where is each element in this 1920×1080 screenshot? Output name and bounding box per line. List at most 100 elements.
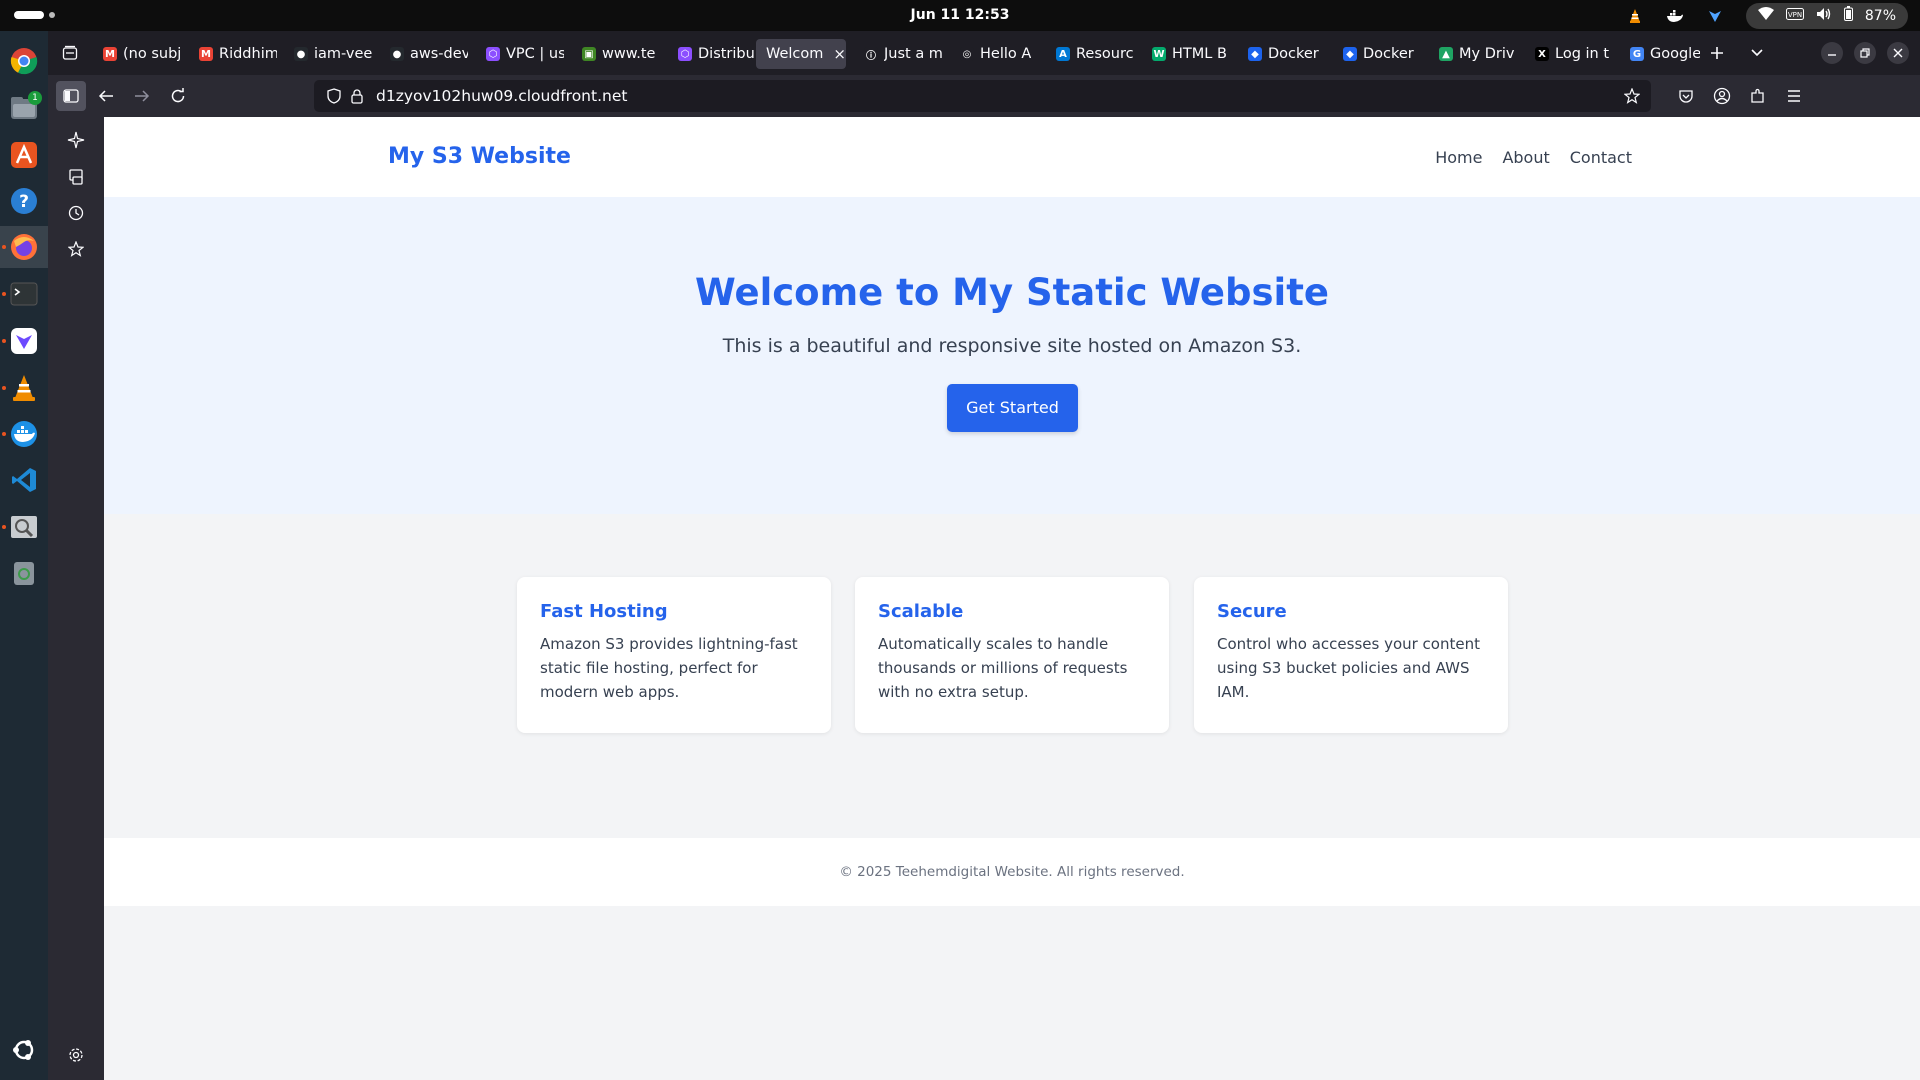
browser-tab[interactable]: ◎ Hello A <box>950 39 1038 69</box>
arrow-left-icon <box>98 90 113 102</box>
dock-firefox[interactable] <box>0 226 48 268</box>
browser-tab[interactable]: ⬡ Distribu <box>668 39 756 69</box>
github-icon: ● <box>390 47 404 61</box>
browser-tab[interactable]: ● aws-dev <box>380 39 468 69</box>
feature-card-secure: Secure Control who accesses your content… <box>1194 577 1508 733</box>
trash-icon <box>14 562 34 585</box>
battery-percent: 87% <box>1864 7 1896 24</box>
account-button[interactable] <box>1707 81 1737 111</box>
tab-label: aws-dev <box>410 46 468 62</box>
synced-tabs-icon[interactable] <box>66 167 86 187</box>
web-page: My S3 Website Home About Contact Welcome… <box>104 117 1920 1080</box>
minimize-button[interactable] <box>1821 42 1843 64</box>
running-indicator-icon <box>2 432 6 436</box>
dock-app-center[interactable] <box>0 134 48 176</box>
hero-subtitle: This is a beautiful and responsive site … <box>722 335 1302 357</box>
tab-label: My Driv <box>1459 46 1515 62</box>
arrow-right-icon <box>135 90 150 102</box>
app-center-icon <box>11 142 37 168</box>
forward-button[interactable] <box>127 81 157 111</box>
plus-icon <box>1711 47 1723 59</box>
gmail-icon: M <box>103 47 117 61</box>
browser-tab[interactable]: A Resourc <box>1046 39 1134 69</box>
browser-tab[interactable]: ◆ Docker <box>1238 39 1326 69</box>
bookmark-star-icon[interactable] <box>1624 88 1640 104</box>
browser-tab[interactable]: X Log in t <box>1525 39 1613 69</box>
azure-icon: A <box>1056 47 1070 61</box>
bookmarks-icon[interactable] <box>66 239 86 259</box>
browser-tab[interactable]: ⬡ VPC | us <box>476 39 564 69</box>
aws-vpc-icon: ⬡ <box>486 47 500 61</box>
dock-chrome[interactable] <box>0 40 48 82</box>
list-all-tabs-button[interactable] <box>1743 39 1771 67</box>
tracking-protection-shield-icon[interactable] <box>326 88 342 104</box>
browser-tab[interactable]: M (no subj <box>93 39 181 69</box>
dock-vscode[interactable] <box>0 459 48 501</box>
firefox-view-icon <box>62 45 78 60</box>
feature-card-fast-hosting: Fast Hosting Amazon S3 provides lightnin… <box>517 577 831 733</box>
site-logo[interactable]: My S3 Website <box>388 117 571 197</box>
dock-help[interactable]: ? <box>0 180 48 222</box>
dock-vlc[interactable] <box>0 367 48 409</box>
close-window-button[interactable] <box>1887 42 1909 64</box>
dock-proton-vpn[interactable] <box>0 320 48 362</box>
browser-tab[interactable]: ▣ www.te <box>572 39 660 69</box>
back-button[interactable] <box>91 81 121 111</box>
browser-tab[interactable]: ▲ My Driv <box>1429 39 1517 69</box>
running-indicator-icon <box>2 525 6 529</box>
ai-chatbot-icon[interactable] <box>66 130 86 150</box>
browser-tab[interactable]: W HTML B <box>1142 39 1230 69</box>
site-nav: Home About Contact <box>1435 117 1632 197</box>
url-text[interactable]: d1zyov102huw09.cloudfront.net <box>376 80 627 112</box>
svg-text:?: ? <box>19 192 29 212</box>
tab-label: Just a m <box>884 46 942 62</box>
dock-image-viewer[interactable] <box>0 506 48 548</box>
docker-tray-icon[interactable] <box>1666 7 1684 25</box>
dock-show-apps[interactable] <box>0 1029 48 1071</box>
dock-files[interactable]: 1 <box>0 87 48 129</box>
browser-tab[interactable]: G Google <box>1620 39 1700 69</box>
vpn-tray-icon[interactable] <box>1706 7 1724 25</box>
reload-button[interactable] <box>163 81 193 111</box>
close-tab-icon[interactable]: × <box>833 45 846 63</box>
help-icon: ? <box>11 188 37 214</box>
terminal-icon <box>10 282 38 306</box>
feature-card-text: Automatically scales to handle thousands… <box>878 635 1128 701</box>
nav-link-contact[interactable]: Contact <box>1570 148 1632 167</box>
browser-tab[interactable]: ◆ Docker <box>1333 39 1421 69</box>
tab-label: iam-vee <box>314 46 372 62</box>
customize-sidebar-gear-icon[interactable] <box>66 1045 86 1065</box>
aws-s3-icon: ▣ <box>582 47 596 61</box>
history-icon[interactable] <box>66 203 86 223</box>
dock-docker[interactable] <box>0 413 48 455</box>
firefox-view-button[interactable] <box>55 39 85 67</box>
address-bar[interactable]: d1zyov102huw09.cloudfront.net <box>314 80 1651 112</box>
restore-button[interactable] <box>1854 42 1876 64</box>
ubuntu-apps-icon <box>13 1040 34 1060</box>
feature-card-title: Secure <box>1217 601 1287 622</box>
battery-icon <box>1843 6 1853 25</box>
nav-link-about[interactable]: About <box>1502 148 1549 167</box>
app-menu-button[interactable] <box>1779 81 1809 111</box>
browser-tab[interactable]: ● iam-vee <box>284 39 372 69</box>
tab-label: HTML B <box>1172 46 1227 62</box>
pocket-button[interactable] <box>1671 81 1701 111</box>
dock-terminal[interactable] <box>0 273 48 315</box>
dock-trash[interactable] <box>0 552 48 594</box>
vlc-tray-icon[interactable] <box>1626 7 1644 25</box>
gmail-icon: M <box>199 47 213 61</box>
wifi-icon <box>1757 7 1774 24</box>
extensions-button[interactable] <box>1743 81 1773 111</box>
sidebar-toggle-button[interactable] <box>56 81 86 111</box>
new-tab-button[interactable] <box>1703 39 1731 67</box>
lock-icon[interactable] <box>349 88 365 104</box>
browser-tab[interactable]: M Riddhim <box>189 39 277 69</box>
get-started-button[interactable]: Get Started <box>947 384 1078 432</box>
system-status-menu[interactable]: VPN 87% <box>1745 2 1908 29</box>
chrome-icon <box>10 48 38 75</box>
nav-link-home[interactable]: Home <box>1435 148 1482 167</box>
firefox-icon <box>11 234 37 260</box>
browser-tab[interactable]: Welcome × <box>756 39 846 69</box>
vlc-icon <box>13 375 35 401</box>
browser-tab[interactable]: ⓘ Just a m <box>854 39 942 69</box>
